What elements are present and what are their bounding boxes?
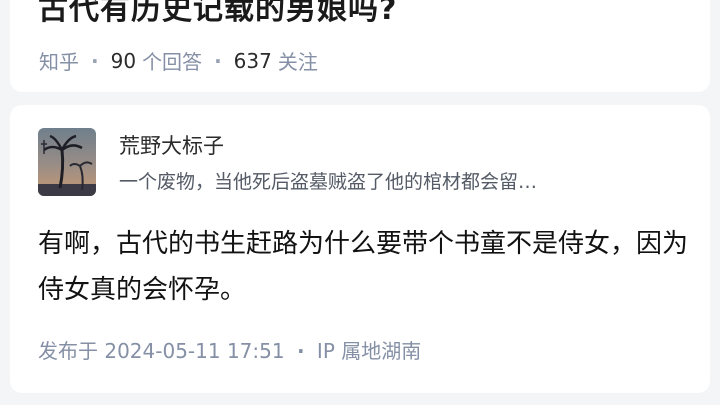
author-name[interactable]: 荒野大标子 [119,130,224,160]
follow-count: 637 [233,48,272,73]
author-avatar[interactable] [38,128,96,196]
meta-separator: · [91,48,99,73]
question-meta: 知乎 · 90 个回答 · 637 关注 [39,46,318,75]
answer-count: 90 [110,48,137,73]
question-title[interactable]: 古代有历史记载的男娘吗? [38,0,397,28]
meta-separator: · [296,339,305,363]
answer-meta: 发布于 2024-05-11 17:51 · IP 属地湖南 [38,335,421,364]
meta-separator: · [214,48,222,73]
question-card[interactable]: 古代有历史记载的男娘吗? 知乎 · 90 个回答 · 637 关注 [10,0,710,92]
answer-text[interactable]: 有啊，古代的书生赶路为什么要带个书童不是侍女，因为侍女真的会怀孕。 [38,221,688,313]
answer-card[interactable]: 荒野大标子 一个废物，当他死后盗墓贼盗了他的棺材都会留… 有啊，古代的书生赶路为… [10,105,710,393]
source-label: 知乎 [39,50,79,74]
palm-tree-avatar-icon [38,128,96,196]
zhihu-page: 古代有历史记载的男娘吗? 知乎 · 90 个回答 · 637 关注 荒野大标子 … [0,0,720,405]
follow-count-unit: 关注 [277,50,318,74]
answer-count-unit: 个回答 [142,50,203,74]
author-bio: 一个废物，当他死后盗墓贼盗了他的棺材都会留… [119,171,538,193]
publish-time: 发布于 2024-05-11 17:51 [38,339,285,363]
ip-location: IP 属地湖南 [316,339,422,363]
